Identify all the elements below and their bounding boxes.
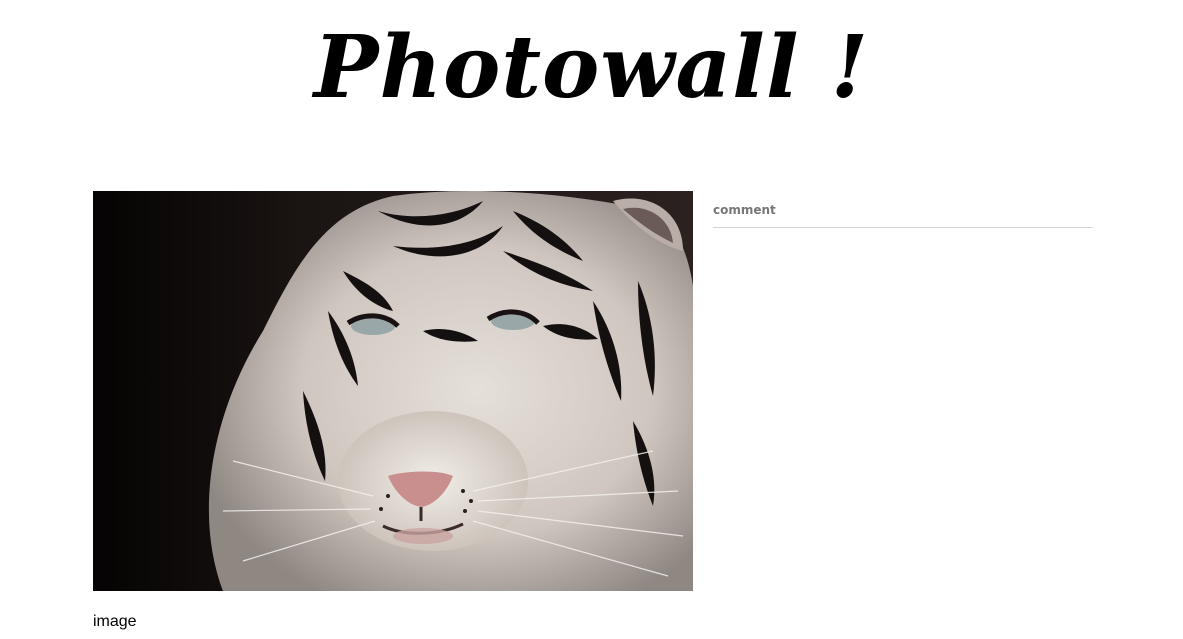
photowall-page: Photowall ! image comment xyxy=(0,0,1183,639)
comment-panel: comment xyxy=(713,201,1093,228)
comment-heading: comment xyxy=(713,201,1093,228)
tiger-illustration xyxy=(93,191,693,591)
site-title: Photowall ! xyxy=(313,17,870,118)
image-caption: image xyxy=(93,613,137,630)
tiger-photo[interactable] xyxy=(93,191,693,591)
